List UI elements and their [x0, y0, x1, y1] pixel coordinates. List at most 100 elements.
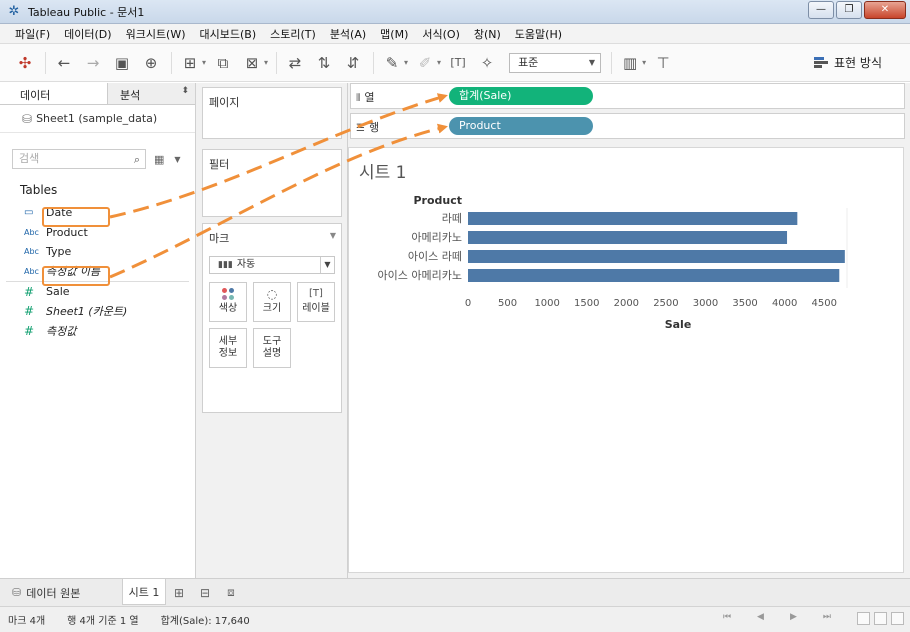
menu-worksheet[interactable]: 워크시트(W)	[119, 26, 193, 42]
rows-shelf[interactable]: ☰ 행 Product	[350, 113, 905, 139]
string-type-icon: Abc	[24, 247, 39, 257]
toolbar-divider	[373, 51, 375, 74]
sort-icon[interactable]: ⬍	[181, 86, 189, 96]
field-measure-values[interactable]: # 측정값	[0, 321, 195, 341]
tooltip-button[interactable]: 도구 설명	[253, 328, 291, 368]
tab-data[interactable]: 데이터	[0, 83, 107, 104]
size-button[interactable]: ◌ 크기	[253, 282, 291, 322]
color-label: 색상	[218, 303, 238, 314]
label-button[interactable]: [T] 레이블	[297, 282, 335, 322]
first-sheet-icon[interactable]: ⏮	[723, 612, 731, 625]
close-button[interactable]: ✕	[864, 1, 906, 19]
new-story-icon[interactable]: ⧈	[218, 585, 244, 600]
number-type-icon: #	[24, 304, 35, 319]
pages-card[interactable]: 페이지	[202, 87, 342, 139]
menu-data[interactable]: 데이터(D)	[57, 26, 118, 42]
filters-card[interactable]: 필터	[202, 149, 342, 217]
new-worksheet-icon[interactable]: ⊞	[179, 52, 201, 74]
bar-chart-icon: ▮▮▮	[218, 260, 233, 270]
menu-story[interactable]: 스토리(T)	[263, 26, 323, 42]
chevron-down-icon[interactable]: ▼	[330, 231, 336, 240]
save-icon[interactable]: ▣	[111, 52, 133, 74]
chevron-down-icon[interactable]: ▾	[437, 58, 441, 67]
duplicate-icon[interactable]: ⧉	[212, 52, 234, 74]
sort-asc-icon[interactable]: ⇅	[313, 52, 335, 74]
field-type[interactable]: Abc Type	[0, 242, 195, 262]
x-tick-label: 1000	[534, 298, 559, 309]
group-icon[interactable]: ✐	[414, 52, 436, 74]
marks-card: 마크 ▼ ▮▮▮ 자동 ▼ 색상 ◌ 크기 [T] 레이블 세부 정보 도구 설명	[202, 223, 342, 413]
chevron-down-icon[interactable]: ▾	[264, 58, 268, 67]
minimize-button[interactable]: —	[808, 1, 834, 19]
rows-pill-product[interactable]: Product	[449, 117, 593, 135]
bar	[468, 269, 840, 282]
bar-chart: Product 라떼아메리카노아이스 라떼아이스 아메리카노 0 500 1000 150…	[378, 194, 848, 328]
undo-icon[interactable]: ←	[53, 52, 75, 74]
menu-map[interactable]: 맵(M)	[373, 26, 415, 42]
last-sheet-icon[interactable]: ⏭	[823, 612, 831, 625]
tables-heading: Tables	[20, 183, 58, 197]
view-data-icon[interactable]: ▦	[154, 153, 164, 166]
new-worksheet-icon[interactable]: ⊞	[166, 586, 192, 600]
show-cards-icon[interactable]: ▥	[619, 52, 641, 74]
menu-dashboard[interactable]: 대시보드(B)	[193, 26, 264, 42]
show-me-button[interactable]: 표현 방식	[814, 54, 882, 71]
label-icon[interactable]: [T]	[447, 52, 469, 74]
new-datasource-icon[interactable]: ⊕	[140, 52, 162, 74]
columns-pill-sale[interactable]: 합계(Sale)	[449, 87, 593, 105]
field-name: Sale	[46, 285, 70, 299]
pin-icon[interactable]: ✧	[476, 52, 498, 74]
sheet-sorter-icon[interactable]	[857, 612, 870, 625]
toolbar: ✣ ← → ▣ ⊕ ⊞ ▾ ⧉ ⊠ ▾ ⇄ ⇅ ⇵ ✎ ▾ ✐ ▾ [T] ✧ …	[0, 44, 910, 82]
detail-button[interactable]: 세부 정보	[209, 328, 247, 368]
restore-button[interactable]: ❐	[836, 1, 862, 19]
field-count[interactable]: # Sheet1 (카운트)	[0, 302, 195, 322]
datasource-item[interactable]: ⛁ Sheet1 (sample_data)	[0, 105, 195, 133]
clear-icon[interactable]: ⊠	[241, 52, 263, 74]
next-sheet-icon[interactable]: ▶	[790, 612, 797, 625]
bar	[468, 231, 788, 244]
label-label: 레이블	[302, 303, 330, 314]
presentation-icon[interactable]: ⊤	[652, 52, 674, 74]
chevron-down-icon: ▼	[320, 257, 334, 273]
sheet-navigation: ⏮ ◀ ▶ ⏭	[723, 612, 904, 625]
prev-sheet-icon[interactable]: ◀	[757, 612, 764, 625]
menu-format[interactable]: 서식(O)	[415, 26, 466, 42]
chevron-down-icon[interactable]: ▾	[404, 58, 408, 67]
redo-icon[interactable]: →	[82, 52, 104, 74]
tab-sheet1[interactable]: 시트 1	[122, 579, 166, 605]
chevron-down-icon[interactable]: ▾	[642, 58, 646, 67]
fit-select-value: 표준	[518, 55, 539, 69]
sheet-tabs-bar: ⛁ 데이터 원본 시트 1 ⊞ ⊟ ⧈	[0, 578, 910, 606]
chevron-down-icon[interactable]: ▾	[202, 58, 206, 67]
x-tick-label: 3000	[693, 298, 718, 309]
chevron-down-icon[interactable]: ▼	[174, 155, 180, 164]
color-button[interactable]: 색상	[209, 282, 247, 322]
columns-shelf[interactable]: ⦀ 열 합계(Sale)	[350, 83, 905, 109]
menu-window[interactable]: 창(N)	[467, 26, 508, 42]
menu-help[interactable]: 도움말(H)	[508, 26, 569, 42]
category-label: 아이스 아메리카노	[378, 269, 462, 282]
new-dashboard-icon[interactable]: ⊟	[192, 586, 218, 600]
sort-desc-icon[interactable]: ⇵	[342, 52, 364, 74]
menu-file[interactable]: 파일(F)	[8, 26, 57, 42]
highlight-icon[interactable]: ✎	[381, 52, 403, 74]
tableau-logo-icon[interactable]: ✣	[14, 52, 36, 74]
number-type-icon: #	[24, 284, 35, 299]
datasource-name: Sheet1 (sample_data)	[36, 112, 158, 125]
tab-analysis[interactable]: 분석 ⬍	[107, 83, 195, 104]
tab-analysis-label: 분석	[120, 89, 141, 102]
swap-icon[interactable]: ⇄	[284, 52, 306, 74]
x-tick-label: 0	[465, 298, 471, 309]
film-strip-icon[interactable]	[874, 612, 887, 625]
search-input[interactable]: 검색 ⌕	[12, 149, 146, 169]
tabs-view-icon[interactable]	[891, 612, 904, 625]
category-label: 라떼	[442, 212, 462, 225]
fit-select[interactable]: 표준 ▼	[509, 52, 602, 73]
field-name: Product	[46, 225, 88, 239]
menu-analysis[interactable]: 분석(A)	[323, 26, 373, 42]
tab-datasource[interactable]: ⛁ 데이터 원본	[0, 580, 122, 606]
mark-type-select[interactable]: ▮▮▮ 자동 ▼	[209, 256, 335, 274]
x-tick-label: 4500	[812, 298, 837, 309]
show-me-label: 표현 방식	[834, 56, 882, 70]
